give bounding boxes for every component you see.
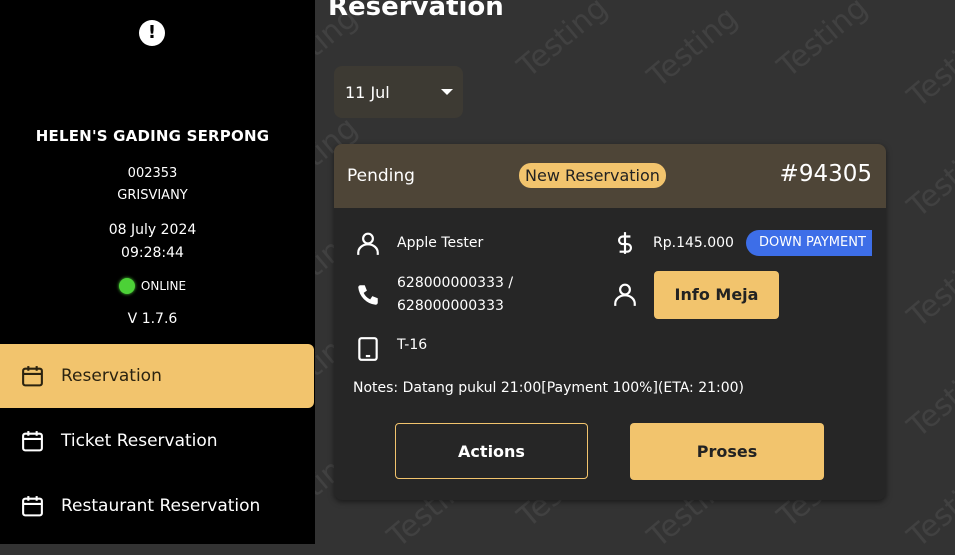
- phone-secondary: 628000000333: [397, 298, 504, 314]
- table-number: T-16: [397, 337, 428, 353]
- nav-item-ticket-reservation[interactable]: Ticket Reservation: [0, 409, 314, 473]
- nav-label: Reservation: [61, 366, 162, 386]
- proses-button[interactable]: Proses: [630, 423, 824, 480]
- tablet-icon: [358, 337, 378, 361]
- person-icon: [614, 283, 636, 306]
- user-name: GRISVIANY: [117, 188, 188, 203]
- connection-status: ONLINE: [0, 278, 305, 294]
- customer-name: Apple Tester: [397, 235, 484, 251]
- reservation-card-header: Pending New Reservation #94305: [334, 144, 886, 208]
- status-label: ONLINE: [140, 279, 187, 293]
- watermark-text: Testing: [511, 0, 615, 85]
- phone-icon: [358, 285, 378, 305]
- actions-button[interactable]: Actions: [395, 423, 588, 479]
- phone-primary: 628000000333 /: [397, 275, 514, 291]
- new-reservation-badge: New Reservation: [519, 163, 666, 188]
- calendar-icon: [22, 431, 43, 452]
- dollar-icon: [617, 232, 633, 254]
- reservation-amount: Rp.145.000: [653, 235, 734, 251]
- nav-label: Ticket Reservation: [61, 431, 218, 451]
- watermark-text: Testing: [641, 0, 745, 95]
- nav-label: Restaurant Reservation: [61, 496, 261, 516]
- app-version: V 1.7.6: [127, 311, 178, 327]
- reservation-card: Pending New Reservation #94305 Apple Tes…: [334, 144, 886, 500]
- watermark-text: Testing: [901, 20, 955, 115]
- alert-icon[interactable]: !: [139, 20, 165, 46]
- reservation-notes: Notes: Datang pukul 21:00[Payment 100%](…: [353, 380, 745, 396]
- watermark-text: Testing: [771, 0, 875, 85]
- page-title: Reservation: [328, 0, 504, 22]
- online-indicator-icon: [118, 278, 135, 294]
- calendar-icon: [22, 496, 43, 517]
- info-meja-button[interactable]: Info Meja: [654, 271, 779, 319]
- watermark-text: Testing: [901, 460, 955, 555]
- payment-type-badge: DOWN PAYMENT: [746, 230, 872, 256]
- watermark-text: Testing: [901, 350, 955, 445]
- store-name: HELEN'S GADING SERPONG: [35, 127, 270, 145]
- user-id: 002353: [127, 166, 178, 181]
- calendar-icon: [22, 366, 43, 387]
- reservation-number: #94305: [779, 161, 872, 187]
- current-date: 08 July 2024: [108, 222, 197, 238]
- nav-item-restaurant-reservation[interactable]: Restaurant Reservation: [0, 474, 314, 538]
- current-time: 09:28:44: [121, 245, 184, 261]
- nav-item-reservation[interactable]: Reservation: [0, 344, 314, 408]
- watermark-text: Testing: [901, 240, 955, 335]
- sidebar: ! HELEN'S GADING SERPONG 002353 GRISVIAN…: [0, 0, 315, 544]
- watermark-text: Testing: [901, 130, 955, 225]
- date-dropdown-value: 11 Jul: [345, 82, 390, 102]
- person-icon: [357, 232, 379, 255]
- reservation-status: Pending: [347, 166, 415, 186]
- chevron-down-icon[interactable]: [441, 89, 453, 95]
